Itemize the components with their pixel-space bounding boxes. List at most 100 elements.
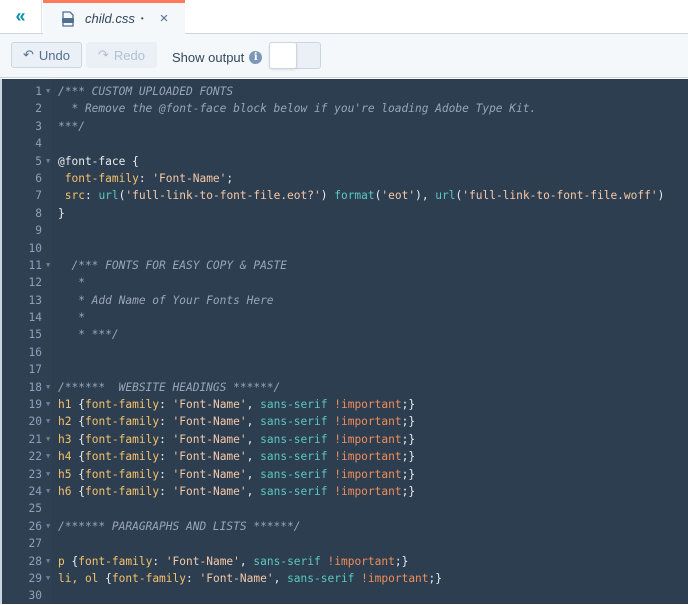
show-output-label: Show output <box>172 50 245 65</box>
code-token: h2 <box>58 415 72 429</box>
code-token: 'Font-Name' <box>172 415 247 429</box>
code-token: font-family <box>84 484 160 498</box>
code-line[interactable]: 9 <box>2 222 688 239</box>
code-line[interactable]: 28 ▼ p {font-family: 'Font-Name', sans-ser… <box>2 553 688 570</box>
tab-child-css[interactable]: child.css • × <box>43 0 185 34</box>
code-token: , <box>246 484 261 498</box>
fold-arrow-icon[interactable]: ▼ <box>46 153 50 170</box>
fold-arrow-icon[interactable]: ▼ <box>46 83 50 100</box>
code-line[interactable]: 8} <box>2 205 688 222</box>
code-token: sans-serif <box>260 467 328 481</box>
fold-arrow-icon[interactable]: ▼ <box>46 379 50 396</box>
code-line[interactable]: 16 <box>2 344 688 361</box>
code-text: h2 {font-family: 'Font-Name', sans-serif… <box>58 413 415 430</box>
fold-arrow-icon[interactable]: ▼ <box>46 553 50 570</box>
code-token: * <box>58 311 85 325</box>
code-line[interactable]: 1 ▼ /*** CUSTOM UPLOADED FONTS <box>2 83 688 100</box>
code-line[interactable]: 11 ▼ /*** FONTS FOR EASY COPY & PASTE <box>2 257 688 274</box>
code-token: { <box>71 467 85 481</box>
code-line[interactable]: 21 ▼ h3 {font-family: 'Font-Name', sans-se… <box>2 431 688 448</box>
code-text: h4 {font-family: 'Font-Name', sans-serif… <box>58 448 415 465</box>
code-line[interactable]: 30 <box>2 587 688 604</box>
fold-arrow-icon[interactable]: ▼ <box>46 518 50 535</box>
undo-button[interactable]: ↶ Undo <box>11 42 82 68</box>
code-line[interactable]: 6 font-family: 'Font-Name'; <box>2 170 688 187</box>
code-line[interactable]: 18 ▼ /****** WEBSITE HEADINGS ******/ <box>2 379 688 396</box>
code-line[interactable]: 22 ▼ h4 {font-family: 'Font-Name', sans-se… <box>2 448 688 465</box>
code-token: /****** PARAGRAPHS AND LISTS ******/ <box>58 519 301 533</box>
redo-button[interactable]: ↷ Redo <box>86 42 157 68</box>
code-token: src <box>58 189 85 203</box>
fold-arrow-icon[interactable]: ▼ <box>46 396 50 413</box>
code-line[interactable]: 4 <box>2 135 688 152</box>
code-token: !important <box>334 432 402 446</box>
fold-arrow-icon[interactable]: ▼ <box>46 466 50 483</box>
code-editor[interactable]: 1 ▼ /*** CUSTOM UPLOADED FONTS 2 * Remove t… <box>0 79 688 604</box>
line-number: 30 <box>28 589 42 603</box>
code-token: * ***/ <box>58 328 119 342</box>
code-line[interactable]: 13 * Add Name of Your Fonts Here <box>2 292 688 309</box>
code-line[interactable]: 2 * Remove the @font-face block below if… <box>2 100 688 117</box>
tab-filename: child.css <box>85 11 135 26</box>
code-token: h1 <box>58 398 72 412</box>
code-line[interactable]: 14 * <box>2 309 688 326</box>
code-token: !important <box>327 554 395 568</box>
code-token: /*** CUSTOM UPLOADED FONTS <box>58 85 234 98</box>
code-text: * ***/ <box>58 326 119 343</box>
code-token: format <box>334 189 375 203</box>
code-line[interactable]: 25 <box>2 500 688 517</box>
code-line[interactable]: 19 ▼ h1 {font-family: 'Font-Name', sans-se… <box>2 396 688 413</box>
code-token: } <box>58 206 65 220</box>
code-token: : <box>159 432 173 446</box>
code-token: 'Font-Name' <box>172 484 247 498</box>
code-text: /****** PARAGRAPHS AND LISTS ******/ <box>58 518 300 535</box>
line-number: 3 <box>35 119 42 133</box>
code-line[interactable]: 17 <box>2 361 688 378</box>
show-output-toggle[interactable] <box>269 42 321 69</box>
code-token: 'Font-Name' <box>172 398 247 412</box>
code-line[interactable]: 23 ▼ h5 {font-family: 'Font-Name', sans-se… <box>2 466 688 483</box>
code-line[interactable]: 26 ▼ /****** PARAGRAPHS AND LISTS ******/ <box>2 518 688 535</box>
code-token: : <box>84 189 99 203</box>
code-token: 'Font-Name' <box>152 171 227 185</box>
code-line[interactable]: 27 <box>2 535 688 552</box>
line-number: 29 <box>28 571 42 585</box>
code-token: , <box>246 415 261 429</box>
fold-arrow-icon[interactable]: ▼ <box>46 257 50 274</box>
line-number: 4 <box>35 137 42 151</box>
code-token: { <box>71 415 85 429</box>
code-line[interactable]: 24 ▼ h6 {font-family: 'Font-Name', sans-se… <box>2 483 688 500</box>
code-token: , <box>246 467 261 481</box>
line-number: 1 <box>35 85 42 98</box>
code-line[interactable]: 12 * <box>2 274 688 291</box>
code-token: , <box>246 398 261 412</box>
fold-arrow-icon[interactable]: ▼ <box>46 483 50 500</box>
fold-arrow-icon[interactable]: ▼ <box>46 431 50 448</box>
toggle-knob[interactable] <box>269 42 297 69</box>
code-token: 'full-link-to-font-file.woff' <box>462 189 658 203</box>
code-token: ; <box>226 171 234 185</box>
code-line[interactable]: 3 ***/ <box>2 118 688 135</box>
collapse-sidebar-button[interactable]: « <box>0 0 42 33</box>
code-line[interactable]: 10 <box>2 240 688 257</box>
code-line[interactable]: 20 ▼ h2 {font-family: 'Font-Name', sans-se… <box>2 413 688 430</box>
code-text: h1 {font-family: 'Font-Name', sans-serif… <box>58 396 415 413</box>
code-line[interactable]: 5 ▼ @font-face { <box>2 153 688 170</box>
undo-label: Undo <box>38 47 70 63</box>
info-icon[interactable]: i <box>249 51 263 64</box>
code-token: 'Font-Name' <box>172 467 247 481</box>
line-number: 17 <box>28 363 42 377</box>
code-line[interactable]: 29 ▼ li, ol {font-family: 'Font-Name', san… <box>2 570 688 587</box>
code-line[interactable]: 15 * ***/ <box>2 326 688 343</box>
code-line[interactable]: 7 src: url('full-link-to-font-file.eot?'… <box>2 187 688 204</box>
close-icon[interactable]: × <box>160 10 169 27</box>
fold-arrow-icon[interactable]: ▼ <box>46 448 50 465</box>
code-token: ;} <box>401 450 416 464</box>
line-number: 22 <box>28 450 42 464</box>
code-token: !important <box>334 415 402 429</box>
fold-arrow-icon[interactable]: ▼ <box>46 570 50 587</box>
fold-arrow-icon[interactable]: ▼ <box>46 413 50 430</box>
code-token: ) <box>320 189 335 203</box>
code-token: ;} <box>394 554 409 568</box>
